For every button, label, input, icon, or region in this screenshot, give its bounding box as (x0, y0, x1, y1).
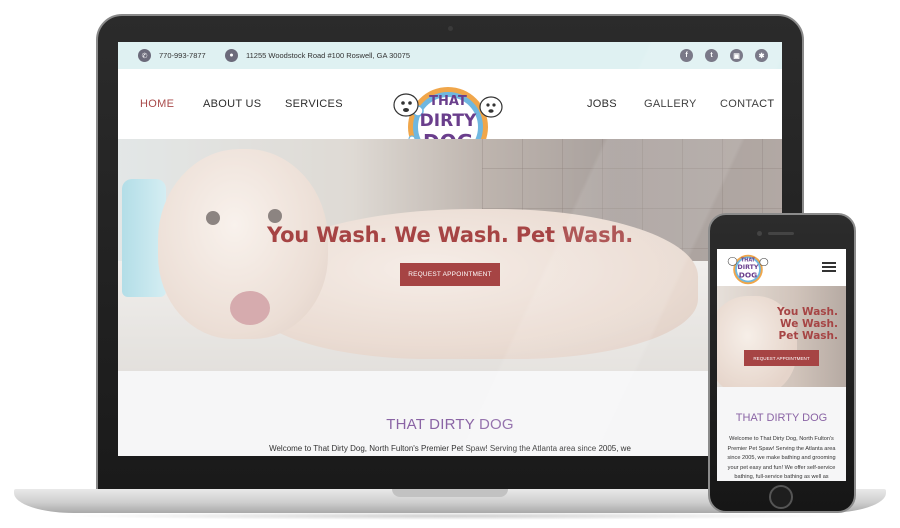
nav-home[interactable]: HOME (140, 98, 174, 110)
mobile-intro-line: Premier Pet Spaw! Serving the Atlanta ar… (727, 445, 836, 452)
laptop-camera (448, 26, 453, 31)
top-info-bar: ✆ 770-993-7877 ● 11255 Woodstock Road #1… (118, 42, 782, 69)
hero-banner: You Wash. We Wash. Pet Wash. REQUEST APP… (118, 139, 782, 371)
mobile-logo-word-that: THAT (741, 257, 756, 263)
intro-text: Welcome to That Dirty Dog, North Fulton'… (269, 444, 631, 453)
mobile-intro-line: your pet easy and fun! We offer self-ser… (727, 464, 836, 471)
nav-jobs[interactable]: JOBS (587, 98, 617, 110)
facebook-icon[interactable]: f (680, 49, 693, 62)
mobile-logo-word-dog: DOG (739, 271, 757, 280)
mobile-intro-line: since 2005, we make bathing and grooming (727, 455, 836, 461)
phone-number: 770-993-7877 (159, 51, 206, 60)
yelp-icon[interactable]: ✱ (755, 49, 768, 62)
mobile-intro-line: bathing, full-service bathing as well as (734, 474, 829, 480)
request-appointment-button[interactable]: REQUEST APPOINTMENT (400, 263, 500, 286)
mobile-logo-word-dirty: DIRTY (738, 264, 759, 271)
nav-gallery[interactable]: GALLERY (644, 98, 697, 110)
mobile-hero-line: We Wash. (780, 318, 838, 330)
nav-services[interactable]: SERVICES (285, 98, 343, 110)
nav-about-us[interactable]: ABOUT US (203, 98, 261, 110)
intro-section: THAT DIRTY DOG Welcome to That Dirty Dog… (118, 371, 782, 456)
phone-icon: ✆ (138, 49, 151, 62)
phone-camera (757, 231, 762, 236)
phone-screen: THAT DIRTY DOG You Wash. We Wash. Pet Wa… (717, 249, 846, 481)
mobile-intro-line: Welcome to That Dirty Dog, North Fulton'… (729, 436, 834, 442)
mobile-request-appointment-button[interactable]: REQUEST APPOINTMENT (744, 350, 819, 366)
address-contact[interactable]: ● 11255 Woodstock Road #100 Roswell, GA … (225, 48, 410, 63)
address-text: 11255 Woodstock Road #100 Roswell, GA 30… (246, 51, 410, 60)
mobile-intro-section: THAT DIRTY DOG Welcome to That Dirty Dog… (717, 387, 846, 481)
nav-contact[interactable]: CONTACT (720, 98, 774, 110)
mobile-hero-banner: You Wash. We Wash. Pet Wash. REQUEST APP… (717, 286, 846, 387)
twitter-icon[interactable]: t (705, 49, 718, 62)
mobile-hero-line: You Wash. (777, 306, 838, 318)
phone-home-button (769, 485, 793, 509)
phone-contact[interactable]: ✆ 770-993-7877 (138, 48, 206, 63)
laptop-notch (392, 489, 508, 497)
hero-title: You Wash. We Wash. Pet Wash. (267, 223, 633, 247)
logo-word-dirty: DIRTY (420, 111, 477, 131)
phone-speaker (768, 232, 794, 235)
location-pin-icon: ● (225, 49, 238, 62)
laptop-screen: ✆ 770-993-7877 ● 11255 Woodstock Road #1… (118, 42, 782, 456)
mobile-intro-title: THAT DIRTY DOG (735, 412, 828, 424)
hero-overlay (118, 139, 782, 371)
laptop-shadow (60, 512, 840, 520)
mobile-logo[interactable]: THAT DIRTY DOG (727, 251, 769, 285)
mobile-intro-text: Welcome to That Dirty Dog, North Fulton'… (723, 435, 840, 481)
logo-word-that: THAT (429, 94, 467, 109)
intro-title: THAT DIRTY DOG (386, 416, 514, 433)
hamburger-menu-icon[interactable] (822, 262, 836, 272)
mobile-hero-line: Pet Wash. (778, 330, 839, 342)
instagram-icon[interactable]: ▣ (730, 49, 743, 62)
mobile-hero-title: You Wash. We Wash. Pet Wash. (748, 306, 838, 342)
